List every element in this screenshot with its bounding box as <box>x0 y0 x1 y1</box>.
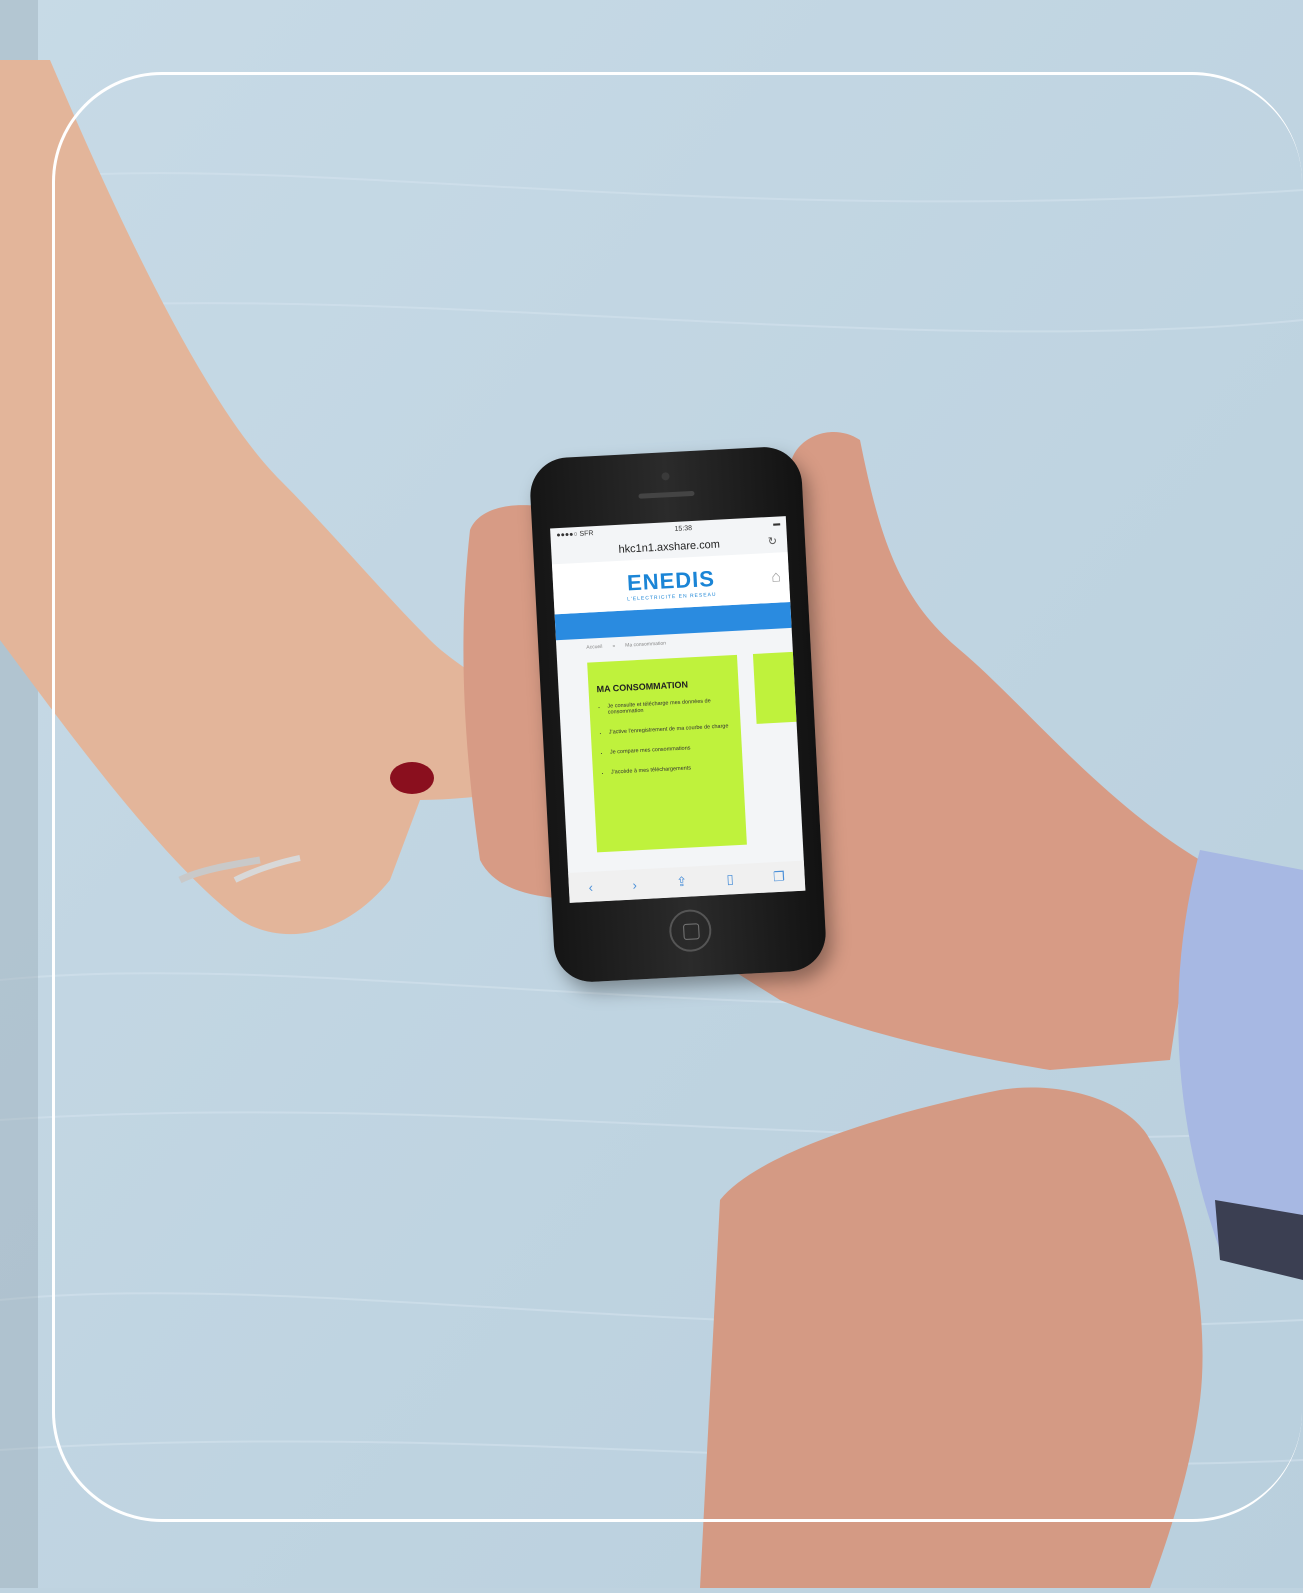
photo-scene: ●●●●○ SFR 15:38 ▬ hkc1n1.axshare.com ↻ E… <box>0 0 1303 1588</box>
decorative-frame <box>52 72 1302 1522</box>
